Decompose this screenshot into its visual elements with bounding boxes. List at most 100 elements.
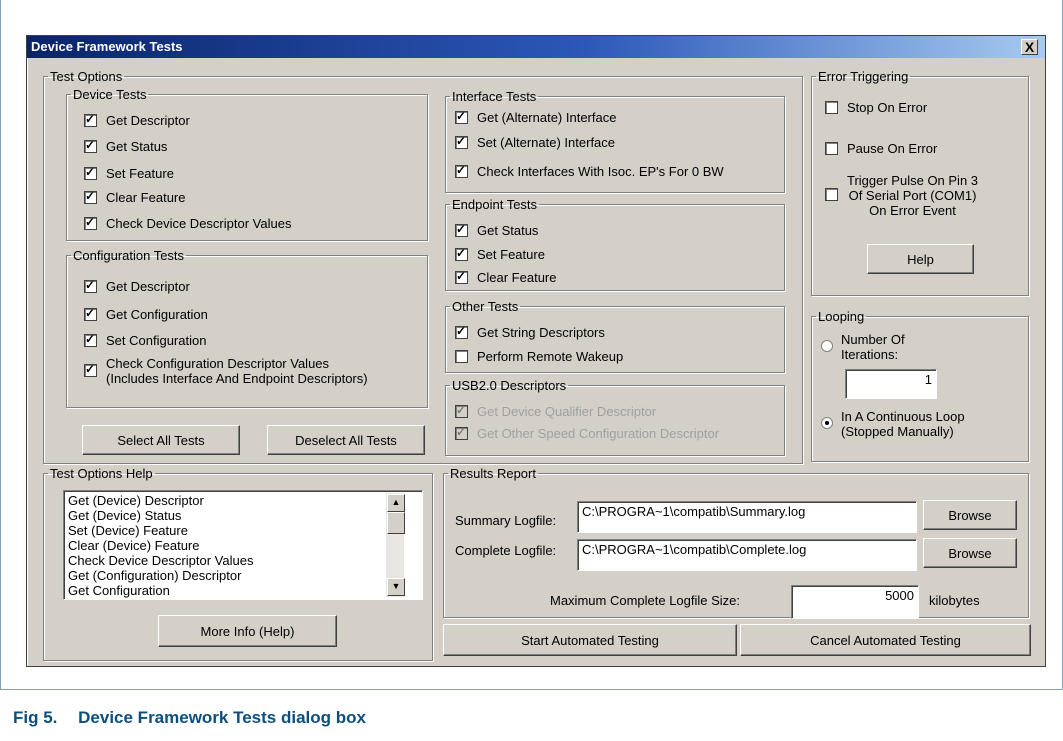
list-item[interactable]: Get (Device) Status bbox=[64, 508, 422, 523]
checkbox-label: Pause On Error bbox=[847, 141, 938, 156]
checkbox-box[interactable] bbox=[455, 109, 468, 124]
checkbox-label: Perform Remote Wakeup bbox=[477, 349, 624, 364]
trigger-pulse-line3: On Error Event bbox=[869, 203, 956, 218]
checkbox-box[interactable] bbox=[825, 101, 838, 114]
button-label: More Info (Help) bbox=[200, 623, 295, 639]
checkbox-box[interactable] bbox=[455, 246, 468, 261]
checkbox-box[interactable] bbox=[84, 165, 97, 180]
more-info-help-button[interactable]: More Info (Help) bbox=[158, 615, 337, 647]
scroll-down-icon[interactable]: ▼ bbox=[387, 578, 405, 596]
complete-logfile-value: C:\PROGRA~1\compatib\Complete.log bbox=[582, 542, 807, 557]
checkbox-box[interactable] bbox=[825, 142, 838, 155]
start-automated-testing-button[interactable]: Start Automated Testing bbox=[443, 624, 737, 656]
list-item[interactable]: Get (Device) Descriptor bbox=[64, 493, 422, 508]
checkbox-box[interactable] bbox=[84, 278, 97, 293]
button-label: Cancel Automated Testing bbox=[810, 632, 961, 648]
number-of-line2: Iterations: bbox=[841, 347, 899, 362]
checkbox-label: Get String Descriptors bbox=[477, 325, 605, 340]
summary-browse-button[interactable]: Browse bbox=[923, 500, 1017, 530]
config-get-descriptor-checkbox[interactable]: Get Descriptor bbox=[84, 278, 190, 294]
close-icon: X bbox=[1024, 39, 1035, 55]
window-title: Device Framework Tests bbox=[31, 39, 183, 54]
checkbox-box[interactable] bbox=[84, 112, 97, 127]
list-item[interactable]: Get Configuration bbox=[64, 583, 422, 598]
checkbox-box[interactable] bbox=[84, 362, 97, 377]
checkbox-box[interactable] bbox=[455, 134, 468, 149]
checkbox-box[interactable] bbox=[455, 269, 468, 284]
complete-logfile-input[interactable]: C:\PROGRA~1\compatib\Complete.log bbox=[577, 539, 917, 571]
results-report-legend: Results Report bbox=[450, 466, 536, 481]
checkbox-box[interactable] bbox=[455, 222, 468, 237]
checkbox-box[interactable] bbox=[84, 215, 97, 230]
get-string-descriptors-checkbox[interactable]: Get String Descriptors bbox=[455, 324, 605, 340]
device-check-values-checkbox[interactable]: Check Device Descriptor Values bbox=[84, 215, 291, 231]
device-set-feature-checkbox[interactable]: Set Feature bbox=[84, 165, 174, 181]
device-clear-feature-checkbox[interactable]: Clear Feature bbox=[84, 189, 185, 205]
max-logfile-size-input[interactable]: 5000 bbox=[791, 585, 919, 619]
endpoint-clear-feature-checkbox[interactable]: Clear Feature bbox=[455, 269, 557, 285]
number-of-iterations-radio[interactable] bbox=[821, 340, 833, 352]
deselect-all-tests-button[interactable]: Deselect All Tests bbox=[267, 425, 425, 455]
select-all-tests-button[interactable]: Select All Tests bbox=[82, 425, 240, 455]
continuous-line2: (Stopped Manually) bbox=[841, 424, 954, 439]
help-list-scrollbar[interactable]: ▲ ▼ bbox=[386, 493, 405, 597]
cancel-automated-testing-button[interactable]: Cancel Automated Testing bbox=[740, 624, 1031, 656]
get-other-speed-config-checkbox[interactable]: Get Other Speed Configuration Descriptor bbox=[455, 425, 719, 441]
checkbox-label: Clear Feature bbox=[477, 270, 557, 285]
set-alternate-interface-checkbox[interactable]: Set (Alternate) Interface bbox=[455, 134, 615, 150]
usb2-descriptors-legend: USB2.0 Descriptors bbox=[452, 378, 567, 393]
list-item[interactable]: Get (Configuration) Descriptor bbox=[64, 568, 422, 583]
config-set-configuration-checkbox[interactable]: Set Configuration bbox=[84, 332, 207, 348]
continuous-loop-radio[interactable] bbox=[821, 417, 833, 429]
endpoint-tests-legend: Endpoint Tests bbox=[452, 197, 538, 212]
trigger-pulse-line1: Trigger Pulse On Pin 3 bbox=[847, 173, 979, 188]
complete-logfile-label: Complete Logfile: bbox=[455, 543, 557, 558]
list-item[interactable]: Clear (Device) Feature bbox=[64, 538, 422, 553]
checkbox-box[interactable] bbox=[84, 332, 97, 347]
checkbox-box[interactable] bbox=[455, 350, 468, 363]
device-get-descriptor-checkbox[interactable]: Get Descriptor bbox=[84, 112, 190, 128]
configuration-tests-legend: Configuration Tests bbox=[73, 248, 185, 263]
config-get-configuration-checkbox[interactable]: Get Configuration bbox=[84, 306, 208, 322]
test-options-help-list[interactable]: Get (Device) Descriptor Get (Device) Sta… bbox=[63, 490, 423, 600]
list-item[interactable]: Set (Device) Feature bbox=[64, 523, 422, 538]
checkbox-box[interactable] bbox=[455, 403, 468, 418]
iterations-input[interactable]: 1 bbox=[845, 369, 937, 399]
checkbox-box[interactable] bbox=[84, 138, 97, 153]
looping-legend: Looping bbox=[818, 309, 865, 324]
close-button[interactable]: X bbox=[1021, 39, 1038, 55]
summary-logfile-input[interactable]: C:\PROGRA~1\compatib\Summary.log bbox=[577, 501, 917, 533]
list-item[interactable]: Check Device Descriptor Values bbox=[64, 553, 422, 568]
checkbox-label: Get Configuration bbox=[106, 307, 208, 322]
trigger-pulse-checkbox[interactable]: Trigger Pulse On Pin 3 Of Serial Port (C… bbox=[825, 173, 1025, 218]
check-isoc-interfaces-checkbox[interactable]: Check Interfaces With Isoc. EP's For 0 B… bbox=[455, 163, 724, 179]
checkbox-label: Get Status bbox=[477, 223, 539, 238]
perform-remote-wakeup-checkbox[interactable]: Perform Remote Wakeup bbox=[455, 349, 623, 364]
scroll-up-icon[interactable]: ▲ bbox=[387, 494, 405, 512]
checkbox-box[interactable] bbox=[84, 306, 97, 321]
get-device-qualifier-checkbox[interactable]: Get Device Qualifier Descriptor bbox=[455, 403, 656, 419]
endpoint-set-feature-checkbox[interactable]: Set Feature bbox=[455, 246, 545, 262]
max-logfile-size-label: Maximum Complete Logfile Size: bbox=[550, 593, 741, 608]
checkbox-box[interactable] bbox=[825, 188, 838, 201]
checkbox-box[interactable] bbox=[455, 425, 468, 440]
title-bar: Device Framework Tests bbox=[27, 36, 1045, 58]
pause-on-error-checkbox[interactable]: Pause On Error bbox=[825, 141, 937, 156]
button-label: Deselect All Tests bbox=[295, 432, 397, 448]
checkbox-box[interactable] bbox=[455, 324, 468, 339]
get-alternate-interface-checkbox[interactable]: Get (Alternate) Interface bbox=[455, 109, 616, 125]
help-button[interactable]: Help bbox=[867, 244, 974, 274]
checkbox-label: Set Configuration bbox=[106, 333, 207, 348]
checkbox-box[interactable] bbox=[84, 189, 97, 204]
checkbox-label: Check Interfaces With Isoc. EP's For 0 B… bbox=[477, 164, 724, 179]
config-check-values-checkbox[interactable]: Check Configuration Descriptor Values (I… bbox=[84, 356, 424, 386]
stop-on-error-checkbox[interactable]: Stop On Error bbox=[825, 100, 927, 115]
checkbox-box[interactable] bbox=[455, 163, 468, 178]
complete-browse-button[interactable]: Browse bbox=[923, 538, 1017, 568]
endpoint-get-status-checkbox[interactable]: Get Status bbox=[455, 222, 539, 238]
device-get-status-checkbox[interactable]: Get Status bbox=[84, 138, 167, 154]
summary-logfile-value: C:\PROGRA~1\compatib\Summary.log bbox=[582, 504, 806, 519]
checkbox-label: Stop On Error bbox=[847, 100, 928, 115]
checkbox-label: Trigger Pulse On Pin 3 Of Serial Port (C… bbox=[847, 173, 978, 218]
scrollbar-thumb[interactable] bbox=[387, 512, 405, 534]
